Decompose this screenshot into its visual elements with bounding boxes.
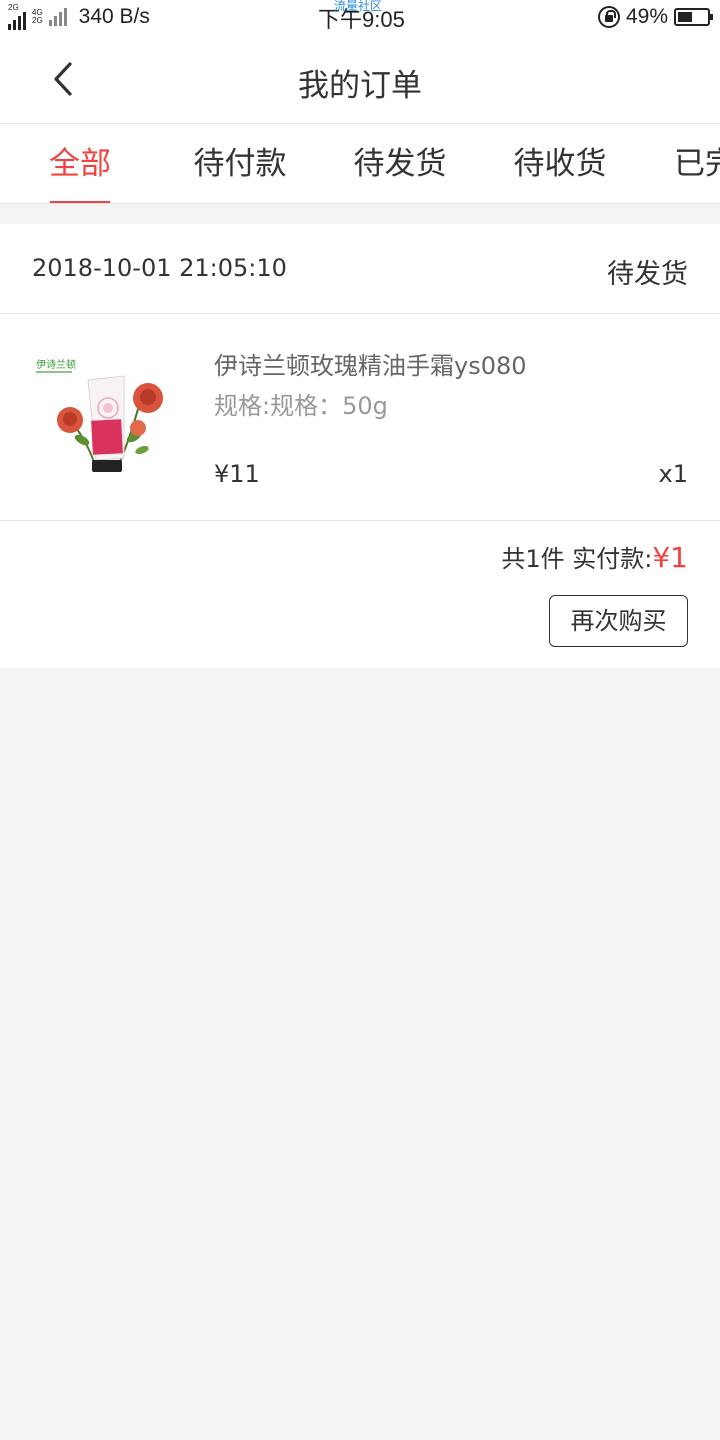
tab-pending-payment[interactable]: 待付款 bbox=[160, 124, 320, 203]
battery-percent: 49% bbox=[625, 5, 668, 28]
carrier-label: 流量社区 bbox=[334, 0, 383, 13]
active-tab-indicator bbox=[50, 201, 110, 203]
tab-label: 待付款 bbox=[193, 146, 287, 182]
tab-label: 已完成 bbox=[674, 146, 720, 182]
order-status: 待发货 bbox=[607, 259, 688, 290]
network-speed: 340 B/s bbox=[78, 5, 150, 28]
order-summary-prefix: 共1件 实付款: bbox=[501, 545, 653, 573]
status-bar-right: 49% bbox=[597, 5, 713, 29]
signal-label-2b: 2G bbox=[32, 16, 43, 25]
status-bar: 2G 4G 2G 340 B/s 下午9:05 流量社区 49% bbox=[0, 0, 720, 34]
product-image: 伊诗兰顿 bbox=[32, 342, 182, 492]
battery-icon bbox=[674, 8, 713, 26]
order-total-amount: ¥1 bbox=[652, 541, 688, 574]
rebuy-button[interactable]: 再次购买 bbox=[549, 595, 688, 647]
tab-pending-shipment[interactable]: 待发货 bbox=[320, 124, 480, 203]
product-price: ¥11 bbox=[214, 460, 260, 488]
product-quantity: x1 bbox=[658, 460, 688, 488]
battery-level bbox=[678, 12, 692, 22]
signal-strength-icon bbox=[8, 12, 26, 30]
rotation-lock-icon bbox=[597, 6, 620, 28]
page-title: 我的订单 bbox=[298, 68, 422, 104]
order-footer: 共1件 实付款: ¥1 再次购买 bbox=[0, 521, 720, 668]
product-row[interactable]: 伊诗兰顿 伊诗兰顿玫瑰精油手霜ys080 规格:规格：50g ¥11 x1 bbox=[0, 314, 720, 521]
tab-completed[interactable]: 已完成 bbox=[640, 124, 720, 203]
navigation-bar: 我的订单 bbox=[0, 34, 720, 124]
order-date: 2018-10-01 21:05:10 bbox=[32, 254, 287, 282]
order-header: 2018-10-01 21:05:10 待发货 bbox=[0, 224, 720, 314]
tab-label: 待收货 bbox=[513, 146, 607, 182]
tab-label: 待发货 bbox=[353, 146, 447, 182]
order-status-tabs: 全部 待付款 待发货 待收货 已完成 bbox=[0, 124, 720, 204]
tab-pending-receipt[interactable]: 待收货 bbox=[480, 124, 640, 203]
status-bar-left: 2G 4G 2G 340 B/s bbox=[8, 4, 150, 30]
brand-logo: 伊诗兰顿 bbox=[36, 358, 76, 371]
product-photo: 伊诗兰顿 bbox=[36, 358, 163, 472]
signal-strength-2-icon bbox=[48, 8, 67, 26]
tab-label: 全部 bbox=[49, 146, 111, 182]
product-spec: 规格:规格：50g bbox=[214, 392, 388, 420]
signal-label-1: 2G bbox=[8, 3, 19, 12]
product-name: 伊诗兰顿玫瑰精油手霜ys080 bbox=[214, 352, 527, 380]
order-total: 共1件 实付款: ¥1 bbox=[501, 539, 688, 574]
tab-all[interactable]: 全部 bbox=[0, 124, 160, 203]
order-card[interactable]: 2018-10-01 21:05:10 待发货 伊诗兰顿 伊诗兰顿玫瑰精油手霜y… bbox=[0, 224, 720, 668]
